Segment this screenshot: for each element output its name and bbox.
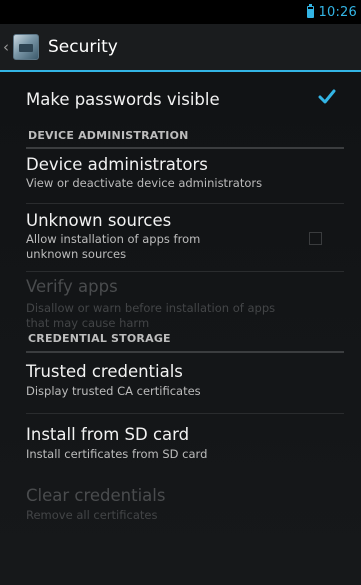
status-time: 10:26 xyxy=(318,4,357,20)
make-passwords-visible-row[interactable]: Make passwords visible xyxy=(26,74,344,124)
security-settings-screen: 10:26 ‹ Security Make passwords visible … xyxy=(0,0,361,585)
device-administrators-title: Device administrators xyxy=(26,155,208,174)
verify-apps-row: Verify apps Disallow or warn before inst… xyxy=(26,272,344,330)
clear-credentials-row: Clear credentials Remove all certificate… xyxy=(26,476,344,524)
make-passwords-visible-title: Make passwords visible xyxy=(26,90,220,109)
status-bar: 10:26 xyxy=(0,0,361,24)
unknown-sources-checkbox[interactable] xyxy=(309,232,322,245)
unknown-sources-title: Unknown sources xyxy=(26,211,172,230)
settings-app-icon[interactable] xyxy=(13,34,39,60)
verify-apps-summary: Disallow or warn before installation of … xyxy=(26,301,276,330)
trusted-credentials-summary: Display trusted CA certificates xyxy=(26,384,201,398)
install-from-sd-card-title: Install from SD card xyxy=(26,425,190,444)
install-from-sd-card-summary: Install certificates from SD card xyxy=(26,447,208,461)
trusted-credentials-row[interactable]: Trusted credentials Display trusted CA c… xyxy=(26,353,344,414)
device-administrators-row[interactable]: Device administrators View or deactivate… xyxy=(26,149,344,204)
action-bar: ‹ Security xyxy=(0,24,361,72)
page-title: Security xyxy=(48,37,118,57)
device-administrators-summary: View or deactivate device administrators xyxy=(26,176,263,190)
unknown-sources-row[interactable]: Unknown sources Allow installation of ap… xyxy=(26,204,344,272)
trusted-credentials-title: Trusted credentials xyxy=(26,362,183,381)
settings-list: Make passwords visible DEVICE ADMINISTRA… xyxy=(26,74,344,524)
back-caret-icon[interactable]: ‹ xyxy=(3,39,11,55)
verify-apps-title: Verify apps xyxy=(26,277,118,296)
checkmark-icon[interactable] xyxy=(318,88,336,106)
battery-icon xyxy=(306,4,314,18)
unknown-sources-summary: Allow installation of apps from unknown … xyxy=(26,232,201,261)
clear-credentials-title: Clear credentials xyxy=(26,486,166,505)
install-from-sd-card-row[interactable]: Install from SD card Install certificate… xyxy=(26,414,344,476)
clear-credentials-summary: Remove all certificates xyxy=(26,508,158,522)
credential-storage-header: CREDENTIAL STORAGE xyxy=(26,329,344,353)
device-administration-header: DEVICE ADMINISTRATION xyxy=(26,124,344,149)
